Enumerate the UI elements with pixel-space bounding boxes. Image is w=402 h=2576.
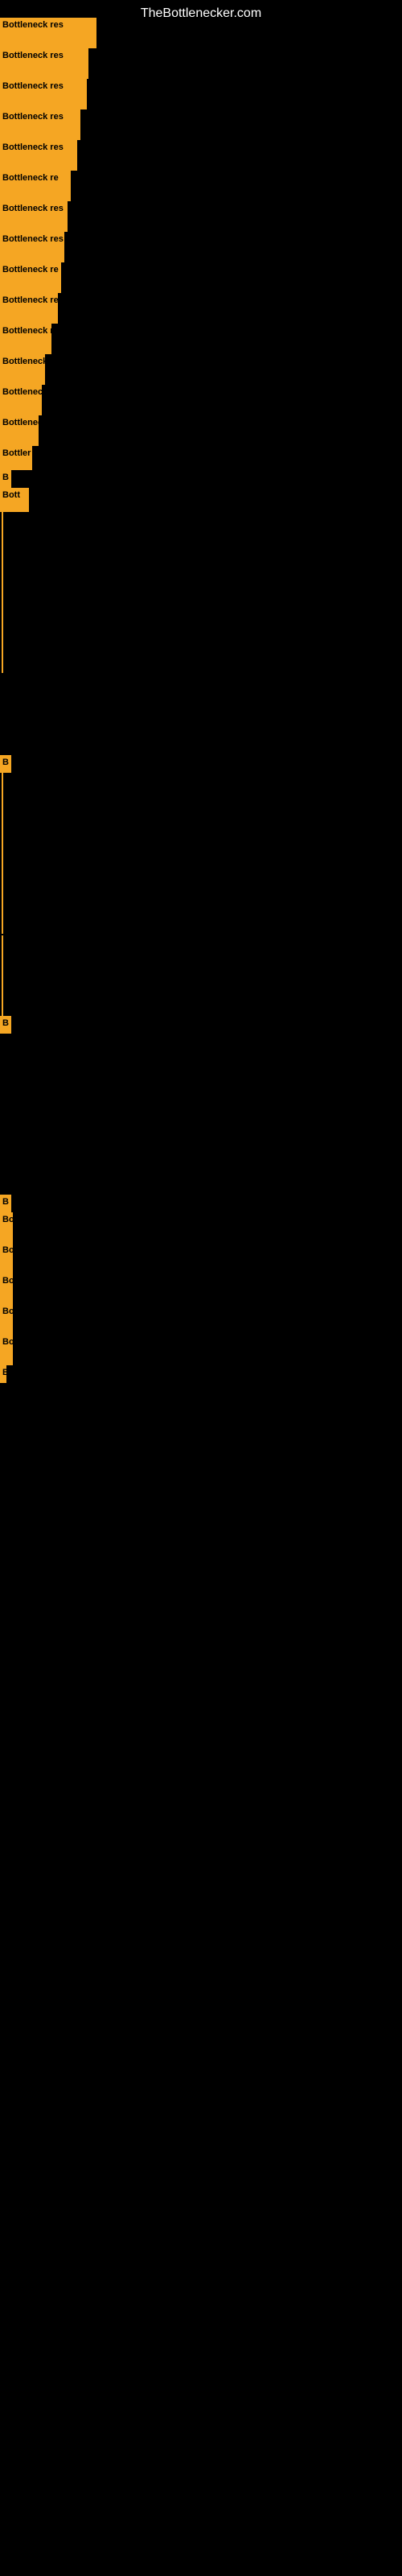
bottleneck-bar: Bottleneck res xyxy=(0,18,96,48)
bottleneck-bar: B xyxy=(0,1016,11,1034)
bottleneck-bar: Bottleneck res xyxy=(0,201,68,232)
bottleneck-bar: Bott xyxy=(0,488,29,512)
chart-vertical-line xyxy=(2,512,3,673)
bottleneck-bar: Bottleneck res xyxy=(0,232,64,262)
bottleneck-bar: B xyxy=(0,1195,11,1212)
bottleneck-bar: B xyxy=(0,1365,6,1383)
chart-vertical-line xyxy=(2,773,3,934)
bottleneck-bar: Bottleneck res xyxy=(0,48,88,79)
bottleneck-bar: Bottleneck r xyxy=(0,385,42,415)
bottleneck-bar: Bo xyxy=(0,1243,13,1274)
chart-vertical-line xyxy=(2,935,3,1016)
bottleneck-bar: Bottleneck res xyxy=(0,79,87,109)
bottleneck-bar: Bottleneck res xyxy=(0,140,77,171)
bottleneck-bar: Bottleneck xyxy=(0,354,45,385)
bottleneck-bar: Bo xyxy=(0,1304,13,1335)
bottleneck-bar: Bottler xyxy=(0,446,32,470)
bottleneck-bar: Bottleneck re xyxy=(0,171,71,201)
bottleneck-bar: Bo xyxy=(0,1274,13,1304)
bottleneck-bar: Bo xyxy=(0,1212,13,1243)
bottleneck-bar: B xyxy=(0,470,11,488)
bottleneck-bar: Bott xyxy=(0,1335,13,1365)
bottleneck-bar: Bottleneck res xyxy=(0,109,80,140)
bottleneck-bar: Bottleneck xyxy=(0,415,39,446)
bottleneck-bar: Bottleneck r xyxy=(0,324,51,354)
bottleneck-bar: Bottleneck re xyxy=(0,293,58,324)
bottleneck-bar: B xyxy=(0,755,11,773)
bottleneck-bar: Bottleneck re xyxy=(0,262,61,293)
